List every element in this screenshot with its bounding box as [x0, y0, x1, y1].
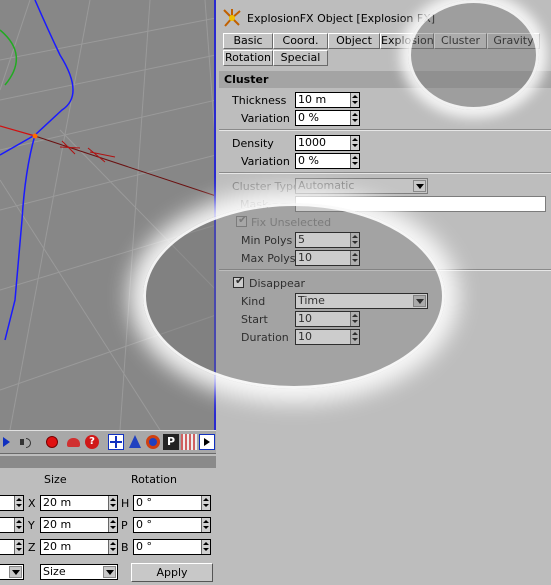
editor-viewport[interactable]	[0, 0, 216, 430]
x-axis-extension	[34, 135, 214, 196]
tab-object[interactable]: Object	[328, 33, 380, 49]
select-icon[interactable]	[199, 434, 215, 450]
start-label: Start	[241, 313, 268, 326]
x-axis-line	[0, 125, 36, 137]
density-variation-field[interactable]: 0 %	[295, 153, 360, 169]
keyframe-icon[interactable]	[66, 434, 82, 450]
cluster-type-dropdown[interactable]: Automatic	[295, 178, 428, 194]
size-x-field[interactable]: 20 m	[40, 495, 118, 511]
separator	[219, 172, 551, 174]
grid-icon[interactable]	[181, 434, 197, 450]
tab-special[interactable]: Special	[273, 50, 328, 66]
bottom-toolbar: ? P	[0, 430, 216, 454]
density-field[interactable]: 1000	[295, 135, 360, 151]
tab-explosion[interactable]: Explosion	[380, 33, 434, 49]
sound-icon[interactable]	[18, 434, 34, 450]
position-y-field[interactable]	[0, 517, 24, 533]
viewport-scene	[0, 0, 214, 430]
min-polys-label: Min Polys	[241, 234, 293, 247]
disappear-checkbox[interactable]: ✔	[233, 275, 244, 288]
fix-unselected-checkbox[interactable]: ✔	[236, 214, 247, 227]
tab-coord[interactable]: Coord.	[273, 33, 328, 49]
cluster-type-label: Cluster Type	[232, 180, 300, 193]
density-label: Density	[232, 137, 274, 150]
size-mode-dropdown[interactable]: Size	[40, 564, 118, 580]
thickness-field[interactable]: 10 m	[295, 92, 360, 108]
rotation-p-axis-label: P	[121, 519, 128, 532]
fix-unselected-label: Fix Unselected	[251, 216, 332, 229]
parameter-icon[interactable]: P	[163, 434, 179, 450]
tab-rotation[interactable]: Rotation	[223, 50, 273, 66]
rotation-b-axis-label: B	[121, 541, 129, 554]
size-y-axis-label: Y	[28, 519, 35, 532]
position-x-field[interactable]	[0, 495, 24, 511]
size-column-label: Size	[44, 473, 67, 486]
kind-label: Kind	[241, 295, 266, 308]
record-icon[interactable]	[44, 434, 60, 450]
move-icon[interactable]	[108, 434, 124, 450]
rotation-h-field[interactable]: 0 °	[133, 495, 211, 511]
separator	[219, 129, 551, 131]
thickness-variation-field[interactable]: 0 %	[295, 110, 360, 126]
kind-dropdown[interactable]: Time	[295, 293, 428, 309]
size-z-axis-label: Z	[28, 541, 36, 554]
scale-icon[interactable]	[127, 434, 143, 450]
max-polys-field[interactable]: 10	[295, 250, 360, 266]
disappear-label: Disappear	[249, 277, 305, 290]
position-mode-dropdown[interactable]	[0, 564, 24, 580]
duration-label: Duration	[241, 331, 289, 344]
position-z-field[interactable]	[0, 539, 24, 555]
size-z-field[interactable]: 20 m	[40, 539, 118, 555]
explosionfx-object-icon	[222, 8, 242, 28]
density-variation-label: Variation	[241, 155, 290, 168]
coordinates-header-bar	[0, 456, 216, 468]
play-icon[interactable]	[1, 434, 17, 450]
tab-basic[interactable]: Basic	[223, 33, 273, 49]
section-title: Cluster	[219, 71, 551, 88]
tab-cluster[interactable]: Cluster	[434, 33, 487, 49]
size-x-axis-label: X	[28, 497, 36, 510]
thickness-label: Thickness	[232, 94, 287, 107]
rotation-p-field[interactable]: 0 °	[133, 517, 211, 533]
mask-link-field[interactable]	[295, 196, 546, 212]
rotation-h-axis-label: H	[121, 497, 130, 510]
min-polys-field[interactable]: 5	[295, 232, 360, 248]
object-title: ExplosionFX Object [Explosion FX]	[247, 12, 436, 25]
rotation-column-label: Rotation	[131, 473, 178, 486]
mask-label: Mask	[240, 198, 269, 211]
size-y-field[interactable]: 20 m	[40, 517, 118, 533]
duration-field[interactable]: 10	[295, 329, 360, 345]
rotate-icon[interactable]	[145, 434, 161, 450]
thickness-variation-label: Variation	[241, 112, 290, 125]
help-icon[interactable]: ?	[84, 434, 100, 450]
rotation-b-field[interactable]: 0 °	[133, 539, 211, 555]
apply-button[interactable]: Apply	[131, 563, 213, 582]
object-origin[interactable]	[32, 133, 38, 139]
tab-gravity[interactable]: Gravity	[487, 33, 540, 49]
separator	[219, 269, 551, 271]
start-field[interactable]: 10	[295, 311, 360, 327]
max-polys-label: Max Polys	[241, 252, 296, 265]
